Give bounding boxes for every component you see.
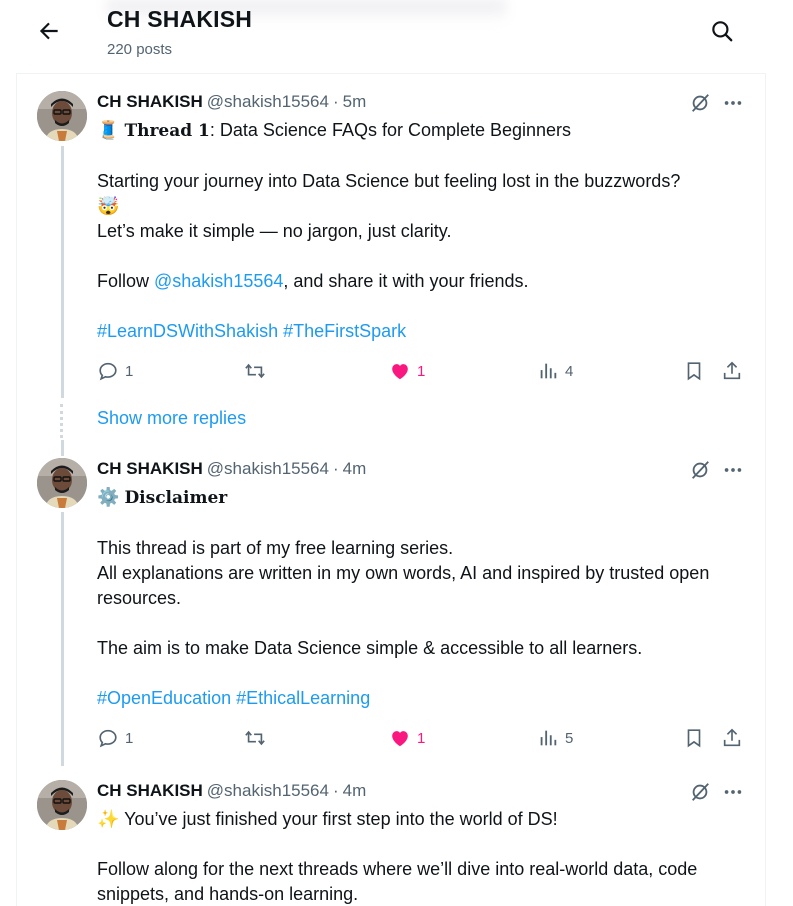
grok-slash-icon xyxy=(692,783,709,801)
post-count: 220 posts xyxy=(107,41,173,58)
separator-dot: · xyxy=(332,459,339,478)
author-name[interactable]: CH SHAKISH xyxy=(97,781,203,800)
thread-connector-line xyxy=(61,440,64,456)
bookmark-icon xyxy=(687,362,701,381)
heart-icon xyxy=(392,731,408,747)
separator-dot: · xyxy=(332,781,339,800)
more-horizontal-icon xyxy=(724,468,742,472)
more-horizontal-icon xyxy=(724,101,742,105)
exploding-head-icon: 🤯 xyxy=(97,196,120,216)
share-icon xyxy=(723,728,741,747)
disclaimer-title: Disclaimer xyxy=(124,488,228,508)
show-more-replies-link[interactable]: Show more replies xyxy=(97,408,246,429)
hashtag-links[interactable]: #LearnDSWithShakish #TheFirstSpark xyxy=(97,319,757,344)
avatar-photo-icon xyxy=(37,91,87,141)
reply-count: 1 xyxy=(125,362,134,380)
tweet-header: CH SHAKISH @shakish15564 · 4m xyxy=(97,781,366,803)
avatar-photo-icon xyxy=(37,780,87,830)
grok-button[interactable] xyxy=(689,459,711,481)
views-bar-chart-icon xyxy=(540,730,557,746)
tweet-text: 🧵 Thread 1: Data Science FAQs for Comple… xyxy=(97,118,757,344)
author-name[interactable]: CH SHAKISH xyxy=(97,459,203,478)
more-options-button[interactable] xyxy=(722,92,744,114)
timestamp[interactable]: 4m xyxy=(343,459,367,478)
avatar[interactable] xyxy=(37,780,87,830)
share-button[interactable] xyxy=(721,723,743,753)
tweet-paragraph: All explanations are written in my own w… xyxy=(97,563,710,608)
back-button[interactable] xyxy=(36,18,62,44)
like-count: 1 xyxy=(417,362,426,380)
grok-button[interactable] xyxy=(689,781,711,803)
bookmark-button[interactable] xyxy=(683,356,705,386)
bookmark-icon xyxy=(687,729,701,748)
mention-link[interactable]: @shakish15564 xyxy=(154,271,283,291)
sparkles-icon: ✨ xyxy=(97,809,120,829)
tweet-header: CH SHAKISH @shakish15564 · 4m xyxy=(97,459,366,481)
tweet-paragraph: Starting your journey into Data Science … xyxy=(97,171,681,191)
grok-button[interactable] xyxy=(689,92,711,114)
gear-icon: ⚙️ xyxy=(97,487,120,507)
author-handle[interactable]: @shakish15564 xyxy=(207,92,329,111)
thread-spool-icon: 🧵 xyxy=(97,120,120,140)
profile-header: CH SHAKISH 220 posts xyxy=(16,0,766,74)
tweet-paragraph: , and share it with your friends. xyxy=(283,271,529,291)
tweet-paragraph: You’ve just finished your first step int… xyxy=(119,809,558,829)
author-handle[interactable]: @shakish15564 xyxy=(207,781,329,800)
retweet-icon xyxy=(245,730,265,746)
tweet-paragraph: Follow along for the next threads where … xyxy=(97,859,698,904)
views-bar-chart-icon xyxy=(540,363,557,379)
like-button[interactable]: 1 xyxy=(389,356,425,386)
grok-slash-icon xyxy=(692,94,709,112)
views-button[interactable]: 5 xyxy=(537,723,573,753)
views-button[interactable]: 4 xyxy=(537,356,573,386)
retweet-button[interactable] xyxy=(243,356,267,386)
tweet-text: ⚙️ Disclaimer This thread is part of my … xyxy=(97,485,757,711)
tweet-paragraph: Let’s make it simple — no jargon, just c… xyxy=(97,221,452,241)
more-horizontal-icon xyxy=(724,790,742,794)
thread-connector-line xyxy=(61,146,64,398)
reply-button[interactable]: 1 xyxy=(97,356,133,386)
more-options-button[interactable] xyxy=(722,459,744,481)
page-title: CH SHAKISH xyxy=(107,6,253,32)
more-options-button[interactable] xyxy=(722,781,744,803)
grok-slash-icon xyxy=(692,461,709,479)
reply-icon xyxy=(99,729,117,748)
tweet-actions: 1 1 4 xyxy=(97,356,757,386)
bookmark-button[interactable] xyxy=(683,723,705,753)
hashtag-links[interactable]: #OpenEducation #EthicalLearning xyxy=(97,686,757,711)
view-count: 4 xyxy=(565,362,574,380)
retweet-button[interactable] xyxy=(243,723,267,753)
tweet-actions: 1 1 5 xyxy=(97,723,757,753)
avatar[interactable] xyxy=(37,91,87,141)
tweet-paragraph: This thread is part of my free learning … xyxy=(97,538,454,558)
reply-count: 1 xyxy=(125,729,134,747)
author-name[interactable]: CH SHAKISH xyxy=(97,92,203,111)
separator-dot: · xyxy=(332,92,339,111)
thread-title-bold: Thread 1 xyxy=(124,121,210,141)
tweet-paragraph: The aim is to make Data Science simple &… xyxy=(97,638,643,658)
tweet-text: ✨ You’ve just finished your first step i… xyxy=(97,807,757,906)
share-icon xyxy=(723,361,741,380)
thread-connector-dotted xyxy=(60,404,63,438)
search-button[interactable] xyxy=(709,18,735,44)
reply-icon xyxy=(99,362,117,381)
reply-button[interactable]: 1 xyxy=(97,723,133,753)
arrow-left-icon xyxy=(39,22,58,40)
search-icon xyxy=(712,21,733,42)
retweet-icon xyxy=(245,363,265,379)
author-handle[interactable]: @shakish15564 xyxy=(207,459,329,478)
heart-icon xyxy=(392,364,408,380)
thread-connector-line xyxy=(61,512,64,766)
avatar[interactable] xyxy=(37,458,87,508)
thread-title-rest: : Data Science FAQs for Complete Beginne… xyxy=(209,120,572,140)
avatar-photo-icon xyxy=(37,458,87,508)
tweet-paragraph: Follow xyxy=(97,271,155,291)
share-button[interactable] xyxy=(721,356,743,386)
like-count: 1 xyxy=(417,729,426,747)
view-count: 5 xyxy=(565,729,574,747)
like-button[interactable]: 1 xyxy=(389,723,425,753)
timestamp[interactable]: 4m xyxy=(343,781,367,800)
timestamp[interactable]: 5m xyxy=(343,92,367,111)
tweet-header: CH SHAKISH @shakish15564 · 5m xyxy=(97,92,366,114)
